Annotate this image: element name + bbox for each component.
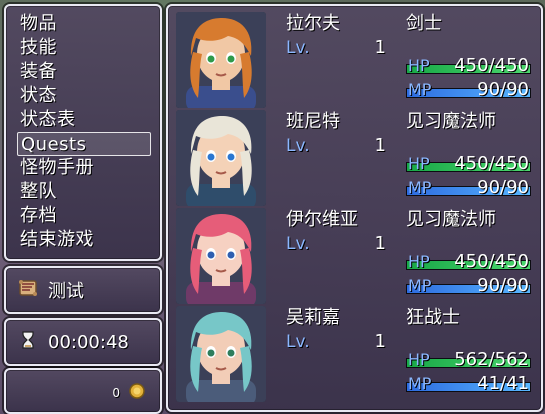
menu-item-items[interactable]: 物品 [20,12,150,36]
actor-name: 班尼特 [286,111,340,132]
level-value: 1 [374,233,386,254]
playtime-window: 00:00:48 [4,318,162,366]
menu-item-status[interactable]: 状态 [20,84,150,108]
test-label: 测试 [48,281,84,302]
face-portrait [176,12,266,108]
hp-value: 450/450 [454,153,529,174]
actor-name: 伊尔维亚 [286,209,358,230]
hp-gauge: HP 562/562 [406,348,531,372]
hp-label: HP [408,154,430,173]
menu-item-save[interactable]: 存档 [20,204,150,228]
menu-item-status-sheet[interactable]: 状态表 [20,108,150,132]
actor-1[interactable]: 拉尔夫 Lv. 1 剑士 HP 450/450 MP 90/90 [176,12,533,109]
mp-value: 41/41 [477,373,529,394]
menu-item-formation[interactable]: 整队 [20,180,150,204]
level-label: Lv. [286,136,310,156]
mp-gauge: MP 90/90 [406,78,531,102]
playtime-value: 00:00:48 [48,331,129,353]
hp-gauge: HP 450/450 [406,152,531,176]
level-value: 1 [374,331,386,352]
menu-item-equipment[interactable]: 装备 [20,60,150,84]
hp-value: 450/450 [454,55,529,76]
hp-label: HP [408,56,430,75]
command-menu-window: 物品 技能 装备 状态 状态表 Quests 怪物手册 整队 存档 结束游戏 [4,4,162,261]
hourglass-icon [16,328,40,356]
mp-gauge: MP 90/90 [406,176,531,200]
class-label: 狂战士 [406,307,460,328]
hp-gauge: HP 450/450 [406,54,531,78]
face-portrait [176,208,266,304]
mp-gauge: MP 90/90 [406,274,531,298]
party-status-window: 拉尔夫 Lv. 1 剑士 HP 450/450 MP 90/90 班尼特 Lv.… [166,4,543,412]
mp-label: MP [408,374,432,393]
gold-value: 0 [112,386,120,400]
hp-value: 450/450 [454,251,529,272]
level-label: Lv. [286,234,310,254]
class-label: 剑士 [406,13,442,34]
level-value: 1 [374,37,386,58]
face-portrait [176,110,266,206]
hp-label: HP [408,252,430,271]
test-window[interactable]: 测试 [4,266,162,314]
hp-gauge: HP 450/450 [406,250,531,274]
actor-name: 吴莉嘉 [286,307,340,328]
actor-2[interactable]: 班尼特 Lv. 1 见习魔法师 HP 450/450 MP 90/90 [176,110,533,207]
level-label: Lv. [286,332,310,352]
actor-name: 拉尔夫 [286,13,340,34]
class-label: 见习魔法师 [406,111,496,132]
level-value: 1 [374,135,386,156]
scroll-icon [16,276,40,304]
actor-3[interactable]: 伊尔维亚 Lv. 1 见习魔法师 HP 450/450 MP 90/90 [176,208,533,305]
gold-coin-icon [128,382,146,404]
menu-item-quests[interactable]: Quests [17,132,151,156]
class-label: 见习魔法师 [406,209,496,230]
mp-value: 90/90 [477,177,529,198]
actor-4[interactable]: 吴莉嘉 Lv. 1 狂战士 HP 562/562 MP 41/41 [176,306,533,403]
mp-label: MP [408,276,432,295]
menu-item-skills[interactable]: 技能 [20,36,150,60]
mp-label: MP [408,80,432,99]
mp-value: 90/90 [477,79,529,100]
hp-label: HP [408,350,430,369]
hp-value: 562/562 [454,349,529,370]
mp-value: 90/90 [477,275,529,296]
level-label: Lv. [286,38,310,58]
face-portrait [176,306,266,402]
mp-gauge: MP 41/41 [406,372,531,396]
menu-item-game-end[interactable]: 结束游戏 [20,228,150,252]
menu-item-bestiary[interactable]: 怪物手册 [20,156,150,180]
mp-label: MP [408,178,432,197]
gold-window: 0 [4,368,162,414]
